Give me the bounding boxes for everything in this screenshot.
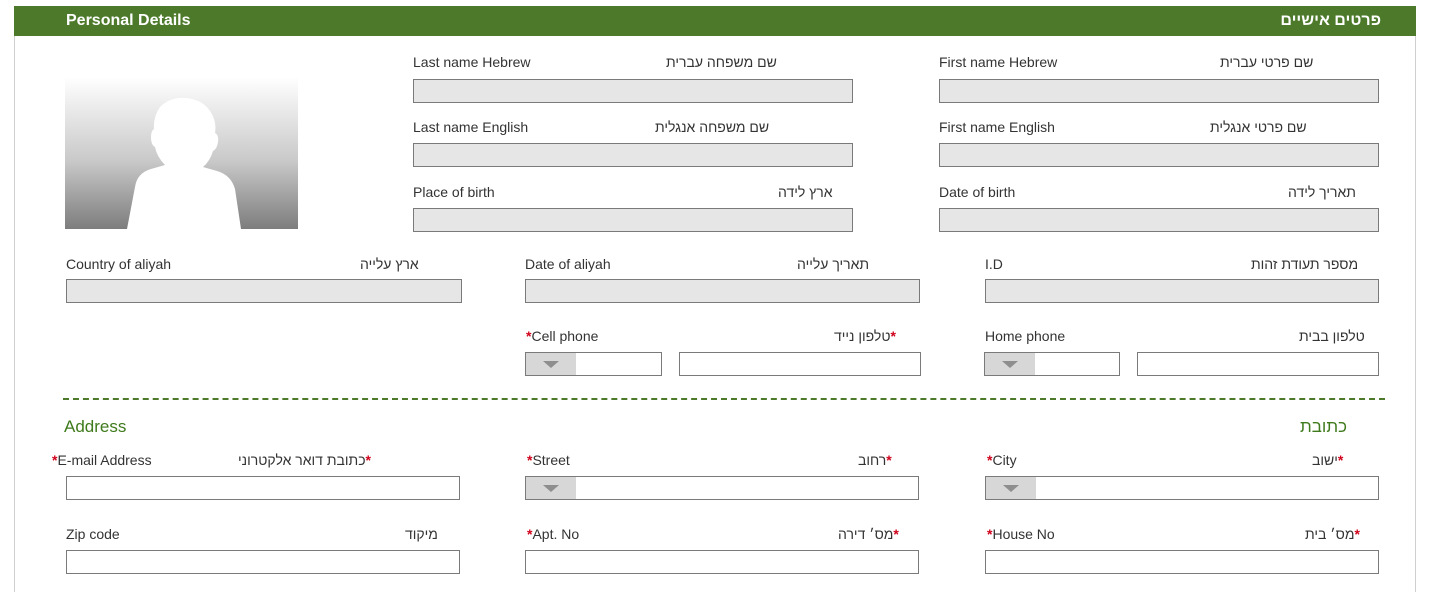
person-silhouette-icon xyxy=(127,97,241,229)
cell-phone-number-field[interactable] xyxy=(679,352,921,376)
cell-phone-prefix-dropdown[interactable] xyxy=(525,352,662,376)
country-of-aliyah-label-en: Country of aliyah xyxy=(66,256,172,272)
place-of-birth-label-en: Place of birth xyxy=(413,184,495,200)
last-name-hebrew-label-he: שם משפחה עברית xyxy=(666,54,777,70)
first-name-english-field[interactable] xyxy=(939,143,1379,167)
last-name-english-field[interactable] xyxy=(413,143,853,167)
profile-photo-placeholder[interactable] xyxy=(65,77,298,229)
email-label-en: E-mail Address xyxy=(57,452,152,468)
last-name-hebrew-label-en: Last name Hebrew xyxy=(413,54,531,70)
email-label-he: כתובת דואר אלקטרוני xyxy=(238,452,366,468)
city-dropdown[interactable] xyxy=(985,476,1379,500)
required-asterisk: * xyxy=(1354,526,1360,542)
place-of-birth-field[interactable] xyxy=(413,208,853,232)
house-no-field[interactable] xyxy=(985,550,1379,574)
apt-no-label-en: Apt. No xyxy=(532,526,580,542)
address-section-title-en: Address xyxy=(64,417,127,436)
first-name-hebrew-field[interactable] xyxy=(939,79,1379,103)
section-divider xyxy=(63,398,1385,400)
triangle-down-icon xyxy=(543,485,559,492)
house-no-label-en: House No xyxy=(992,526,1055,542)
last-name-hebrew-field[interactable] xyxy=(413,79,853,103)
first-name-english-label-he: שם פרטי אנגלית xyxy=(1210,119,1307,135)
last-name-english-label-he: שם משפחה אנגלית xyxy=(655,119,770,135)
triangle-down-icon xyxy=(1003,485,1019,492)
first-name-hebrew-label-he: שם פרטי עברית xyxy=(1220,54,1314,70)
personal-details-header: Personal Details פרטים אישיים xyxy=(14,6,1416,36)
city-label-en: City xyxy=(992,452,1017,468)
zip-code-field[interactable] xyxy=(66,550,460,574)
house-no-label-he: מס׳ בית xyxy=(1305,526,1355,542)
header-title-he: פרטים אישיים xyxy=(1280,12,1381,29)
street-label-en: Street xyxy=(532,452,570,468)
id-number-field[interactable] xyxy=(985,279,1379,303)
cell-phone-label-en: Cell phone xyxy=(531,328,599,344)
date-of-birth-label-he: תאריך לידה xyxy=(1288,184,1356,200)
apt-no-field[interactable] xyxy=(525,550,919,574)
zip-code-label-he: מיקוד xyxy=(405,526,438,542)
date-of-birth-label-en: Date of birth xyxy=(939,184,1016,200)
home-phone-prefix-dropdown[interactable] xyxy=(984,352,1120,376)
address-section-title-he: כתובת xyxy=(1300,417,1347,436)
cell-phone-label-he: טלפון נייד xyxy=(834,328,891,344)
last-name-english-label-en: Last name English xyxy=(413,119,529,135)
date-of-aliyah-label-he: תאריך עלייה xyxy=(797,256,870,272)
home-phone-number-field[interactable] xyxy=(1137,352,1379,376)
date-of-aliyah-field[interactable] xyxy=(525,279,920,303)
home-phone-label-en: Home phone xyxy=(985,328,1066,344)
required-asterisk: * xyxy=(886,452,892,468)
first-name-english-label-en: First name English xyxy=(939,119,1055,135)
home-phone-label-he: טלפון בבית xyxy=(1299,328,1365,344)
city-label-he: ישוב xyxy=(1312,452,1338,468)
id-number-label-he: מספר תעודת זהות xyxy=(1251,256,1359,272)
email-field[interactable] xyxy=(66,476,460,500)
street-label-he: רחוב xyxy=(858,452,887,468)
street-dropdown[interactable] xyxy=(525,476,919,500)
place-of-birth-label-he: ארץ לידה xyxy=(778,184,833,200)
required-asterisk: * xyxy=(890,328,896,344)
first-name-hebrew-label-en: First name Hebrew xyxy=(939,54,1058,70)
zip-code-label-en: Zip code xyxy=(66,526,120,542)
required-asterisk: * xyxy=(893,526,899,542)
id-number-label-en: I.D xyxy=(985,256,1003,272)
triangle-down-icon xyxy=(543,361,559,368)
required-asterisk: * xyxy=(365,452,371,468)
country-of-aliyah-label-he: ארץ עלייה xyxy=(360,256,419,272)
triangle-down-icon xyxy=(1002,361,1018,368)
date-of-birth-field[interactable] xyxy=(939,208,1379,232)
header-title-en: Personal Details xyxy=(66,12,191,29)
apt-no-label-he: מס׳ דירה xyxy=(838,526,894,542)
date-of-aliyah-label-en: Date of aliyah xyxy=(525,256,611,272)
country-of-aliyah-field[interactable] xyxy=(66,279,462,303)
required-asterisk: * xyxy=(1337,452,1344,468)
